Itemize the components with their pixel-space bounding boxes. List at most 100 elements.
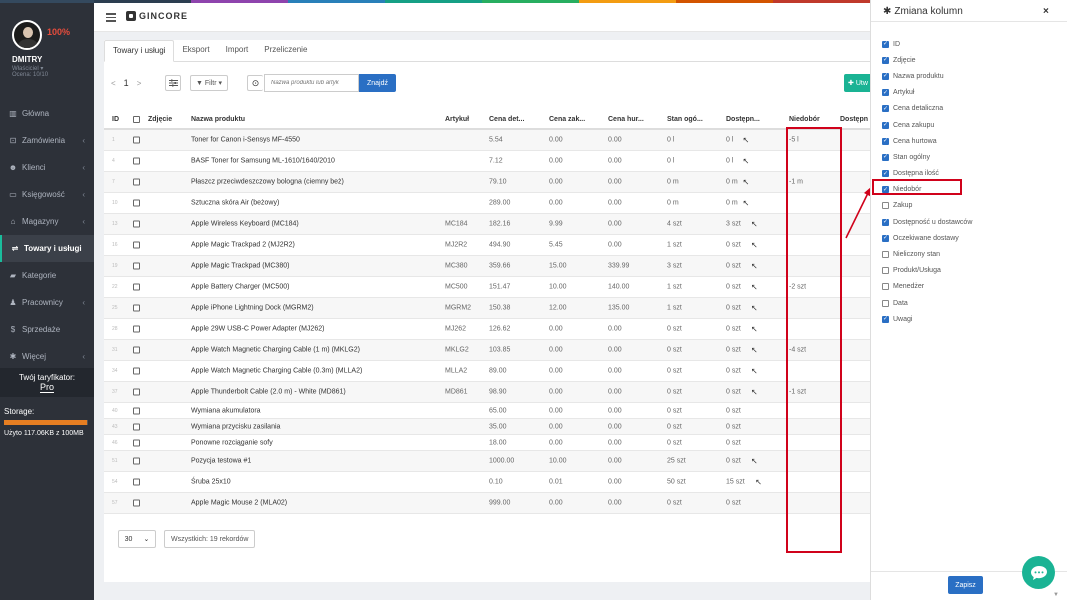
column-option[interactable]: Nieliczony stan xyxy=(882,246,972,262)
row-checkbox[interactable] xyxy=(133,262,140,270)
column-checkbox[interactable]: ✓ xyxy=(882,56,889,64)
column-option[interactable]: ✓ Nazwa produktu xyxy=(882,68,972,84)
row-checkbox[interactable] xyxy=(133,423,140,430)
edit-wand-icon[interactable]: ↖ xyxy=(751,388,758,397)
column-header[interactable]: Dostępn xyxy=(840,116,868,123)
sidebar-item[interactable]: ⌂ Magazyny ‹ xyxy=(0,208,94,235)
row-checkbox[interactable] xyxy=(133,283,140,291)
column-option[interactable]: ✓ Dostępność u dostawców xyxy=(882,214,972,230)
close-icon[interactable]: × xyxy=(1043,6,1049,17)
user-role[interactable]: Właściciel ▾ xyxy=(12,65,43,72)
column-checkbox[interactable] xyxy=(882,267,889,275)
table-row[interactable]: 51 Pozycja testowa #1 1000.00 10.00 0.00 25 s… xyxy=(104,451,870,472)
table-row[interactable]: 43 Wymiana przycisku zasilania 35.00 0.00 0.… xyxy=(104,419,870,435)
cell-product-name[interactable]: Wymiana akumulatora xyxy=(191,407,261,414)
cell-product-name[interactable]: Apple Thunderbolt Cable (2.0 m) - White … xyxy=(191,389,346,396)
cell-product-name[interactable]: Śruba 25x10 xyxy=(191,479,231,486)
table-row[interactable]: 22 Apple Battery Charger (MC500) MC500 151.… xyxy=(104,277,870,298)
sidebar-item[interactable]: ⊡ Zamówienia ‹ xyxy=(0,127,94,154)
cell-product-name[interactable]: Ponowne rozciąganie sofy xyxy=(191,439,273,446)
column-header[interactable]: Niedobór xyxy=(789,116,820,123)
cell-product-name[interactable]: Sztuczna skóra Air (beżowy) xyxy=(191,200,279,207)
row-checkbox[interactable] xyxy=(133,407,140,414)
column-option[interactable]: ✓ ID xyxy=(882,36,972,52)
cell-product-name[interactable]: Apple 29W USB-C Power Adapter (MJ262) xyxy=(191,326,324,333)
row-checkbox[interactable] xyxy=(133,220,140,228)
column-header[interactable]: Dostępn... xyxy=(726,116,760,123)
column-header[interactable]: Cena det... xyxy=(489,116,524,123)
column-option[interactable]: Menedżer xyxy=(882,279,972,295)
cell-product-name[interactable]: Apple Magic Trackpad (MC380) xyxy=(191,263,289,270)
tab[interactable]: Towary i usługi xyxy=(104,40,175,62)
edit-wand-icon[interactable]: ↖ xyxy=(755,478,762,487)
edit-wand-icon[interactable]: ↖ xyxy=(743,178,750,187)
edit-wand-icon[interactable]: ↖ xyxy=(751,220,758,229)
sidebar-item[interactable]: ☻ Klienci ‹ xyxy=(0,154,94,181)
tariff-plan-link[interactable]: Pro xyxy=(39,382,54,393)
row-checkbox[interactable] xyxy=(133,388,140,396)
edit-wand-icon[interactable]: ↖ xyxy=(743,199,750,208)
cell-product-name[interactable]: BASF Toner for Samsung ML-1610/1640/2010 xyxy=(191,158,335,165)
edit-wand-icon[interactable]: ↖ xyxy=(751,367,758,376)
tab[interactable]: Eksport xyxy=(174,40,217,62)
scroll-down-arrow[interactable]: ▼ xyxy=(1053,592,1059,598)
cell-product-name[interactable]: Apple Magic Mouse 2 (MLA02) xyxy=(191,500,287,507)
column-checkbox[interactable] xyxy=(882,251,889,259)
save-button[interactable]: Zapisz xyxy=(948,576,983,594)
table-row[interactable]: 16 Apple Magic Trackpad 2 (MJ2R2) MJ2R2 494… xyxy=(104,235,870,256)
row-checkbox[interactable] xyxy=(133,325,140,333)
column-header[interactable]: Nazwa produktu xyxy=(191,116,245,123)
table-row[interactable]: 57 Apple Magic Mouse 2 (MLA02) 999.00 0.00 0… xyxy=(104,493,870,514)
column-checkbox[interactable]: ✓ xyxy=(882,218,889,226)
select-all-checkbox[interactable] xyxy=(133,116,140,123)
table-row[interactable]: 46 Ponowne rozciąganie sofy 18.00 0.00 0.00 0… xyxy=(104,435,870,451)
row-checkbox[interactable] xyxy=(133,439,140,446)
search-button[interactable]: Znajdź xyxy=(359,74,396,92)
table-row[interactable]: 28 Apple 29W USB-C Power Adapter (MJ262) M… xyxy=(104,319,870,340)
search-input[interactable] xyxy=(264,74,359,92)
settings-sliders-button[interactable] xyxy=(165,75,181,91)
edit-wand-icon[interactable]: ↖ xyxy=(751,262,758,271)
table-row[interactable]: 37 Apple Thunderbolt Cable (2.0 m) - Whit… xyxy=(104,382,870,403)
sidebar-item[interactable]: ♟ Pracownicy ‹ xyxy=(0,289,94,316)
table-row[interactable]: 13 Apple Wireless Keyboard (MC184) MC184 18… xyxy=(104,214,870,235)
row-checkbox[interactable] xyxy=(133,367,140,375)
cell-product-name[interactable]: Apple Watch Magnetic Charging Cable (0.3… xyxy=(191,368,362,375)
column-header[interactable]: Cena hur... xyxy=(608,116,644,123)
table-row[interactable]: 4 BASF Toner for Samsung ML-1610/1640/201… xyxy=(104,151,870,172)
cell-product-name[interactable]: Apple Battery Charger (MC500) xyxy=(191,284,289,291)
column-header[interactable]: ID xyxy=(112,116,119,123)
column-checkbox[interactable] xyxy=(882,299,889,307)
column-header[interactable]: Cena zak... xyxy=(549,116,585,123)
column-checkbox[interactable]: ✓ xyxy=(882,315,889,323)
tab[interactable]: Przeliczenie xyxy=(256,40,315,62)
current-page[interactable]: 1 xyxy=(124,78,129,88)
column-option[interactable]: ✓ Uwagi xyxy=(882,311,972,327)
edit-wand-icon[interactable]: ↖ xyxy=(751,457,758,466)
column-option[interactable]: ✓ Oczekiwane dostawy xyxy=(882,230,972,246)
table-row[interactable]: 31 Apple Watch Magnetic Charging Cable (1… xyxy=(104,340,870,361)
table-row[interactable]: 25 Apple iPhone Lightning Dock (MGRM2) MGR… xyxy=(104,298,870,319)
edit-wand-icon[interactable]: ↖ xyxy=(751,283,758,292)
column-option[interactable]: ✓ Cena detaliczna xyxy=(882,101,972,117)
edit-wand-icon[interactable]: ↖ xyxy=(751,325,758,334)
add-product-button[interactable]: ✚ Utw xyxy=(844,74,870,92)
table-row[interactable]: 7 Płaszcz przeciwdeszczowy bologna (ciemn… xyxy=(104,172,870,193)
tab[interactable]: Import xyxy=(218,40,257,62)
sidebar-item[interactable]: ▭ Księgowość ‹ xyxy=(0,181,94,208)
cell-product-name[interactable]: Apple Wireless Keyboard (MC184) xyxy=(191,221,299,228)
column-checkbox[interactable]: ✓ xyxy=(882,153,889,161)
prev-page-button[interactable]: < xyxy=(111,79,116,88)
column-checkbox[interactable]: ✓ xyxy=(882,89,889,97)
row-checkbox[interactable] xyxy=(133,199,140,207)
row-checkbox[interactable] xyxy=(133,304,140,312)
table-row[interactable]: 54 Śruba 25x10 0.10 0.01 0.00 50 szt 15 szt ↖ xyxy=(104,472,870,493)
table-row[interactable]: 34 Apple Watch Magnetic Charging Cable (0… xyxy=(104,361,870,382)
row-checkbox[interactable] xyxy=(133,157,140,165)
row-checkbox[interactable] xyxy=(133,457,140,465)
table-row[interactable]: 19 Apple Magic Trackpad (MC380) MC380 359.6… xyxy=(104,256,870,277)
column-checkbox[interactable]: ✓ xyxy=(882,72,889,80)
column-header[interactable]: Stan ogó... xyxy=(667,116,703,123)
table-row[interactable]: 40 Wymiana akumulatora 65.00 0.00 0.00 0 szt 0… xyxy=(104,403,870,419)
search-options-button[interactable]: ⊙ xyxy=(247,75,263,91)
